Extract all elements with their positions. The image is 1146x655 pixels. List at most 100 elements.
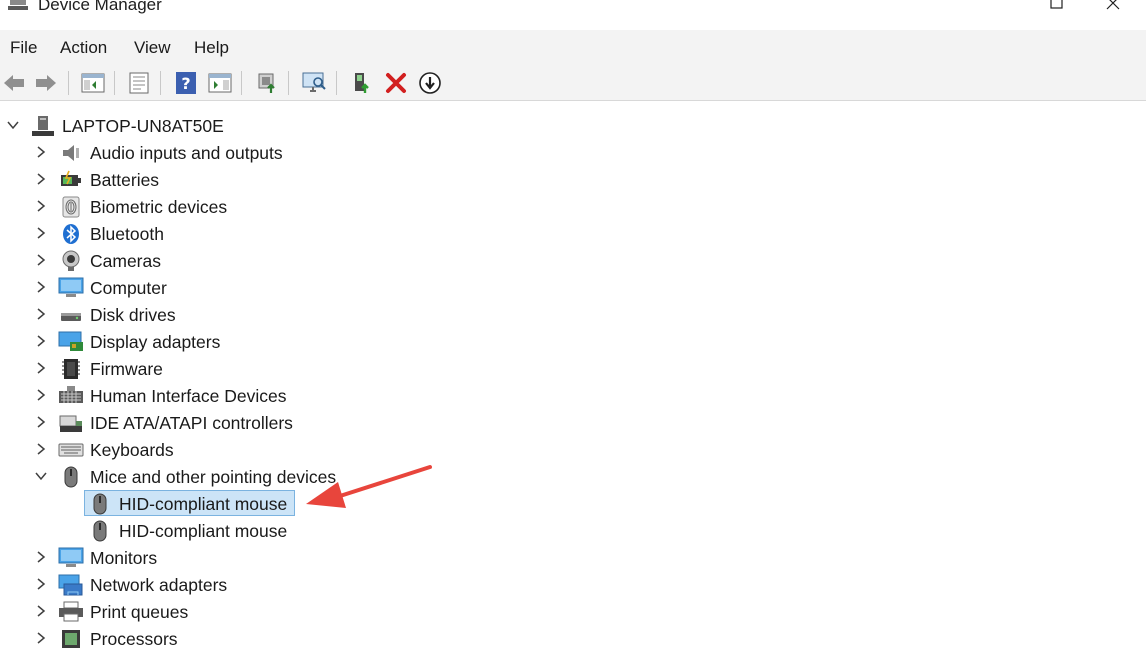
tree-item-label: Keyboards bbox=[90, 440, 174, 460]
tree-item-label: Network adapters bbox=[90, 575, 228, 595]
chevron-right-icon[interactable] bbox=[34, 442, 48, 456]
chevron-right-icon[interactable] bbox=[34, 280, 48, 294]
tree-item-audio[interactable]: Audio inputs and outputs bbox=[0, 139, 1146, 166]
tree-item-label: Bluetooth bbox=[90, 224, 164, 244]
tree-item-hid[interactable]: Human Interface Devices bbox=[0, 382, 1146, 409]
disable-device-icon[interactable] bbox=[417, 70, 443, 96]
mouse-icon bbox=[89, 493, 111, 515]
tree-item-label: Biometric devices bbox=[90, 197, 228, 217]
webcam-icon bbox=[60, 250, 82, 272]
bluetooth-icon bbox=[60, 223, 82, 245]
menu-help[interactable]: Help bbox=[192, 38, 231, 58]
ide-controller-icon bbox=[58, 412, 84, 434]
tree-item-label: Human Interface Devices bbox=[90, 386, 287, 406]
tree-item-bluetooth[interactable]: Bluetooth bbox=[0, 220, 1146, 247]
fingerprint-icon bbox=[60, 196, 82, 218]
tree-item-keyboards[interactable]: Keyboards bbox=[0, 436, 1146, 463]
tree-item-label: Processors bbox=[90, 629, 178, 649]
tree-item-label: Print queues bbox=[90, 602, 189, 622]
battery-icon bbox=[60, 169, 82, 191]
chevron-right-icon[interactable] bbox=[34, 388, 48, 402]
scan-hardware-icon[interactable] bbox=[301, 70, 327, 96]
tree-item-label: Display adapters bbox=[90, 332, 221, 352]
tree-device-label: HID-compliant mouse bbox=[119, 494, 288, 514]
tree-device-label: HID-compliant mouse bbox=[119, 521, 288, 541]
network-adapter-icon bbox=[58, 574, 84, 596]
chevron-right-icon[interactable] bbox=[34, 226, 48, 240]
chevron-down-icon[interactable] bbox=[34, 469, 48, 483]
close-window-button[interactable] bbox=[1090, 0, 1136, 16]
disk-drive-icon bbox=[60, 304, 82, 326]
tree-item-processors[interactable]: Processors bbox=[0, 625, 1146, 652]
tree-item-label: Cameras bbox=[90, 251, 161, 271]
tree-item-label: Computer bbox=[90, 278, 167, 298]
device-tree: LAPTOP-UN8AT50E Audio inputs and outputs… bbox=[0, 101, 1146, 649]
chevron-right-icon[interactable] bbox=[34, 253, 48, 267]
tree-item-label: IDE ATA/ATAPI controllers bbox=[90, 413, 293, 433]
chevron-right-icon[interactable] bbox=[34, 550, 48, 564]
enable-device-icon[interactable] bbox=[349, 70, 375, 96]
tree-item-print-queues[interactable]: Print queues bbox=[0, 598, 1146, 625]
keyboard-icon bbox=[58, 439, 84, 461]
chevron-right-icon[interactable] bbox=[34, 334, 48, 348]
uninstall-device-icon[interactable] bbox=[383, 70, 409, 96]
tree-item-label: Firmware bbox=[90, 359, 163, 379]
tree-item-label: Disk drives bbox=[90, 305, 176, 325]
tree-item-label: Monitors bbox=[90, 548, 158, 568]
hid-keyboard-icon bbox=[58, 385, 84, 407]
tree-root-label: LAPTOP-UN8AT50E bbox=[62, 116, 224, 136]
speaker-icon bbox=[60, 142, 82, 164]
tree-item-firmware[interactable]: Firmware bbox=[0, 355, 1146, 382]
tree-device-hid-mouse-2[interactable]: HID-compliant mouse bbox=[0, 517, 1146, 544]
chevron-right-icon[interactable] bbox=[34, 415, 48, 429]
help-icon[interactable]: ? bbox=[173, 70, 199, 96]
processor-icon bbox=[60, 628, 82, 650]
menu-file[interactable]: File bbox=[8, 38, 39, 58]
tree-item-label: Audio inputs and outputs bbox=[90, 143, 283, 163]
chevron-right-icon[interactable] bbox=[34, 145, 48, 159]
printer-icon bbox=[58, 601, 84, 623]
tree-item-cameras[interactable]: Cameras bbox=[0, 247, 1146, 274]
svg-text:?: ? bbox=[181, 74, 190, 93]
monitor-icon bbox=[58, 277, 84, 299]
mouse-icon bbox=[60, 466, 82, 488]
tree-item-monitors[interactable]: Monitors bbox=[0, 544, 1146, 571]
device-manager-app-icon bbox=[8, 0, 28, 14]
maximize-button[interactable] bbox=[1034, 0, 1080, 16]
tree-item-batteries[interactable]: Batteries bbox=[0, 166, 1146, 193]
tree-item-label: Batteries bbox=[90, 170, 160, 190]
tree-item-disk-drives[interactable]: Disk drives bbox=[0, 301, 1146, 328]
menu-action[interactable]: Action bbox=[58, 38, 109, 58]
computer-tower-icon bbox=[32, 115, 54, 137]
show-action-pane-icon[interactable] bbox=[207, 70, 233, 96]
title-bar: Device Manager bbox=[0, 0, 1146, 30]
properties-icon[interactable] bbox=[126, 70, 152, 96]
tree-device-hid-mouse-1[interactable]: HID-compliant mouse bbox=[0, 490, 1146, 517]
tree-item-display-adapters[interactable]: Display adapters bbox=[0, 328, 1146, 355]
chevron-down-icon[interactable] bbox=[6, 118, 20, 132]
monitor-icon bbox=[58, 547, 84, 569]
toolbar: ? bbox=[0, 66, 1146, 101]
chevron-right-icon[interactable] bbox=[34, 577, 48, 591]
show-hide-console-tree-icon[interactable] bbox=[80, 70, 106, 96]
tree-item-mice[interactable]: Mice and other pointing devices bbox=[0, 463, 1146, 490]
update-driver-icon[interactable] bbox=[254, 70, 280, 96]
chevron-right-icon[interactable] bbox=[34, 604, 48, 618]
display-adapter-icon bbox=[58, 331, 84, 353]
annotation-arrow bbox=[306, 465, 432, 508]
menu-view[interactable]: View bbox=[132, 38, 173, 58]
chevron-right-icon[interactable] bbox=[34, 307, 48, 321]
tree-root[interactable]: LAPTOP-UN8AT50E bbox=[0, 112, 1146, 139]
chevron-right-icon[interactable] bbox=[34, 361, 48, 375]
chevron-right-icon[interactable] bbox=[34, 199, 48, 213]
forward-arrow-icon[interactable] bbox=[33, 70, 59, 96]
menu-bar: File Action View Help bbox=[0, 30, 1146, 66]
chevron-right-icon[interactable] bbox=[34, 172, 48, 186]
tree-item-computer[interactable]: Computer bbox=[0, 274, 1146, 301]
tree-item-network[interactable]: Network adapters bbox=[0, 571, 1146, 598]
tree-item-biometric[interactable]: Biometric devices bbox=[0, 193, 1146, 220]
window-title: Device Manager bbox=[38, 0, 162, 14]
chevron-right-icon[interactable] bbox=[34, 631, 48, 645]
back-arrow-icon[interactable] bbox=[1, 70, 27, 96]
tree-item-ide[interactable]: IDE ATA/ATAPI controllers bbox=[0, 409, 1146, 436]
